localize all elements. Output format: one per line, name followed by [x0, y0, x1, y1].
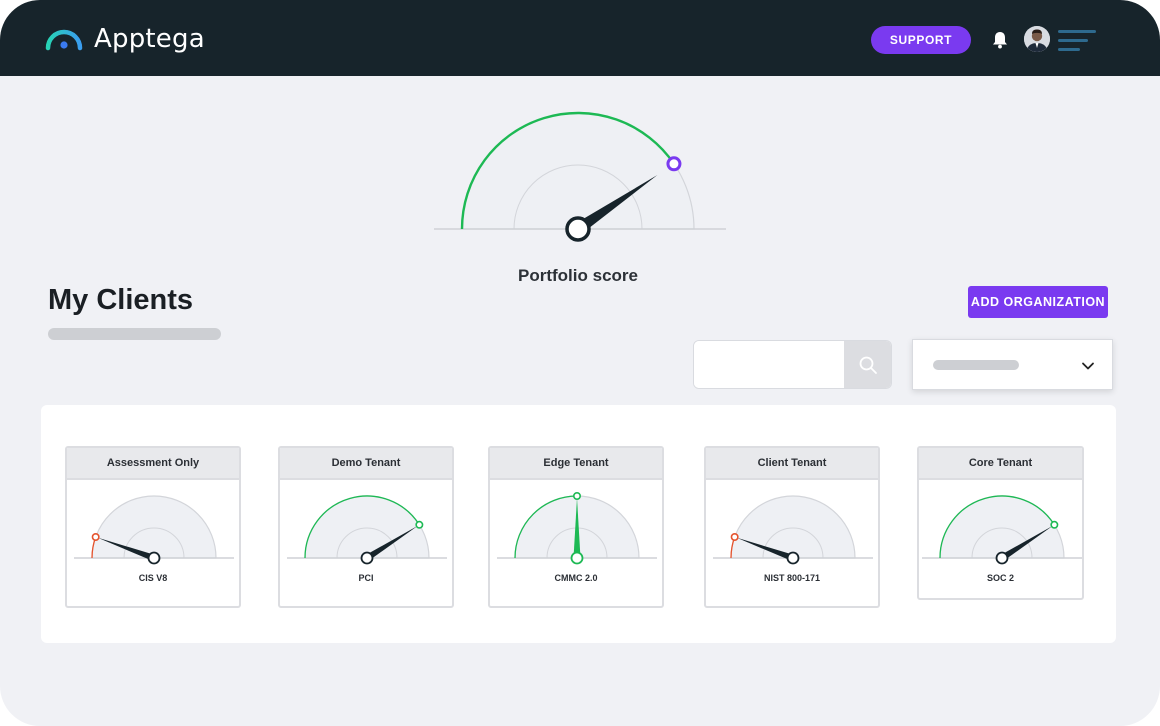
client-card[interactable]: Edge Tenant CMMC 2.0 — [488, 446, 664, 608]
gauge-score-marker — [91, 532, 100, 541]
client-score-gauge — [287, 488, 447, 573]
client-framework-label: CIS V8 — [138, 573, 168, 583]
portfolio-score-label: Portfolio score — [518, 266, 638, 285]
gauge-needle-hub — [147, 551, 161, 565]
filter-dropdown[interactable] — [912, 339, 1113, 390]
client-card-title: Edge Tenant — [490, 448, 662, 480]
gauge-background — [461, 112, 695, 230]
gauge-score-marker — [415, 520, 424, 529]
client-card-title: Demo Tenant — [280, 448, 452, 480]
client-card[interactable]: Assessment Only CIS V8 — [65, 446, 241, 608]
clients-panel: Assessment Only CIS V8 Demo Tenant PCI E… — [41, 405, 1116, 643]
client-card-title: Assessment Only — [67, 448, 239, 480]
client-score-gauge — [74, 488, 234, 573]
search-input[interactable] — [694, 341, 844, 388]
client-card-title: Client Tenant — [706, 448, 878, 480]
gauge-needle-hub — [995, 551, 1009, 565]
gauge-background — [730, 495, 856, 559]
gauge-score-marker — [666, 156, 682, 172]
client-framework-label: SOC 2 — [986, 573, 1014, 583]
gauge-background — [939, 495, 1065, 559]
apptega-logo-icon — [45, 29, 83, 51]
client-score-gauge — [922, 488, 1082, 573]
gauge-needle-hub — [360, 551, 374, 565]
search-icon — [859, 356, 877, 374]
client-score-gauge — [713, 488, 873, 573]
add-organization-button[interactable]: ADD ORGANIZATION — [968, 286, 1108, 318]
page-title: My Clients — [48, 284, 194, 316]
client-card[interactable]: Demo Tenant PCI — [278, 446, 454, 608]
top-navigation-bar: Apptega SUPPORT — [0, 0, 1160, 76]
client-card[interactable]: Client Tenant NIST 800-171 — [704, 446, 880, 608]
portfolio-score-gauge — [430, 100, 730, 255]
menu-icon[interactable] — [1058, 30, 1098, 57]
client-framework-label: NIST 800-171 — [763, 573, 821, 583]
search-box — [693, 340, 892, 389]
gauge-background — [91, 495, 217, 559]
gauge-score-marker — [730, 532, 739, 541]
subtitle-placeholder — [48, 328, 221, 340]
client-card[interactable]: Core Tenant SOC 2 — [917, 446, 1084, 600]
search-button[interactable] — [844, 341, 891, 388]
client-score-gauge — [497, 488, 657, 573]
gauge-score-marker — [1050, 520, 1059, 529]
client-card-title: Core Tenant — [919, 448, 1082, 480]
gauge-background — [304, 495, 430, 559]
brand-logo[interactable]: Apptega — [44, 22, 205, 56]
gauge-needle-hub — [565, 216, 591, 242]
gauge-needle-hub — [570, 551, 584, 565]
support-button[interactable]: SUPPORT — [871, 26, 971, 54]
app-window: Apptega SUPPORT Portfolio score My Clien… — [0, 0, 1160, 726]
client-framework-label: CMMC 2.0 — [554, 573, 598, 583]
client-framework-label: PCI — [358, 573, 374, 583]
gauge-needle-hub — [786, 551, 800, 565]
chevron-down-icon — [1081, 359, 1095, 377]
user-avatar[interactable] — [1024, 26, 1050, 52]
dropdown-selected-placeholder — [933, 360, 1019, 370]
gauge-score-marker — [573, 492, 582, 501]
brand-name: Apptega — [94, 24, 205, 54]
bell-icon[interactable] — [990, 30, 1010, 55]
